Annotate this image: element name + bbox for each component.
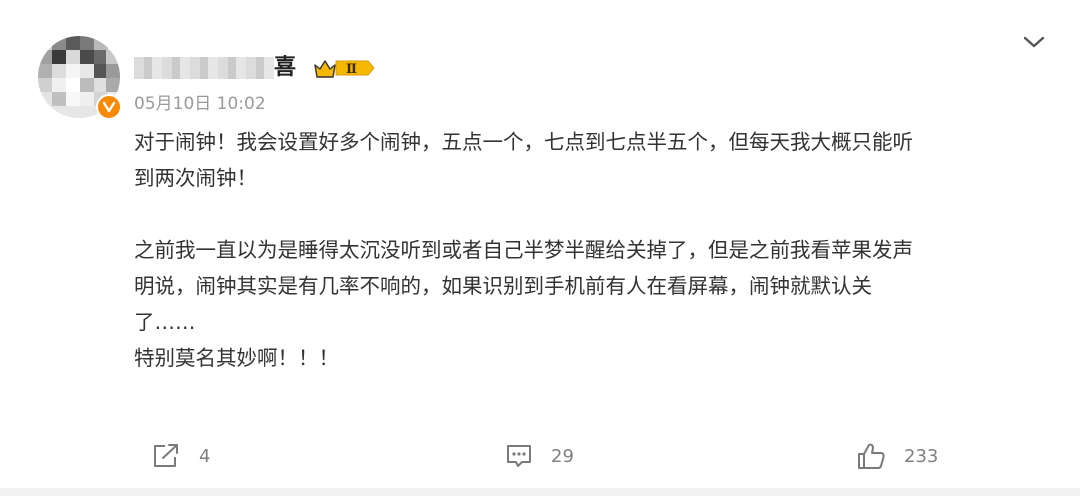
weibo-post-card: 喜 Ⅱ 05月10日 10:02 对于闹钟！我会设置好多个闹钟，五点一个，七点到… [0, 0, 1080, 488]
username[interactable]: 喜 [134, 55, 304, 81]
level-text: Ⅱ [346, 62, 357, 77]
card-separator [0, 488, 1080, 496]
crown-level-icon[interactable]: Ⅱ [314, 57, 376, 79]
username-visible-tail: 喜 [274, 55, 297, 80]
post-timestamp[interactable]: 05月10日 10:02 [134, 94, 266, 114]
like-count: 233 [904, 445, 939, 467]
thumbs-up-icon [858, 443, 885, 469]
share-button[interactable]: 4 [151, 442, 210, 470]
share-count: 4 [199, 445, 211, 467]
content-line: 了…… [134, 310, 196, 334]
post-content: 对于闹钟！我会设置好多个闹钟，五点一个，七点到七点半五个，但每天我大概只能听 到… [134, 124, 1044, 376]
comment-button[interactable]: 29 [505, 442, 574, 470]
content-line: 明说，闹钟其实是有几率不响的，如果识别到手机前有人在看屏幕，闹钟就默认关 [134, 274, 872, 298]
share-icon [154, 444, 178, 467]
avatar[interactable] [38, 36, 122, 120]
content-line: 对于闹钟！我会设置好多个闹钟，五点一个，七点到七点半五个，但每天我大概只能听 [134, 130, 913, 154]
content-line: 之前我一直以为是睡得太沉没听到或者自己半梦半醒给关掉了，但是之前我看苹果发声 [134, 238, 913, 262]
comment-count: 29 [551, 445, 574, 467]
like-button[interactable]: 233 [856, 442, 938, 470]
username-redacted [134, 57, 274, 79]
comment-icon [507, 445, 531, 467]
content-line: 到两次闹钟！ [134, 166, 257, 190]
content-line: 特别莫名其妙啊！！！ [134, 346, 339, 370]
chevron-down-icon[interactable] [1021, 32, 1047, 52]
verified-v-icon [96, 94, 122, 120]
